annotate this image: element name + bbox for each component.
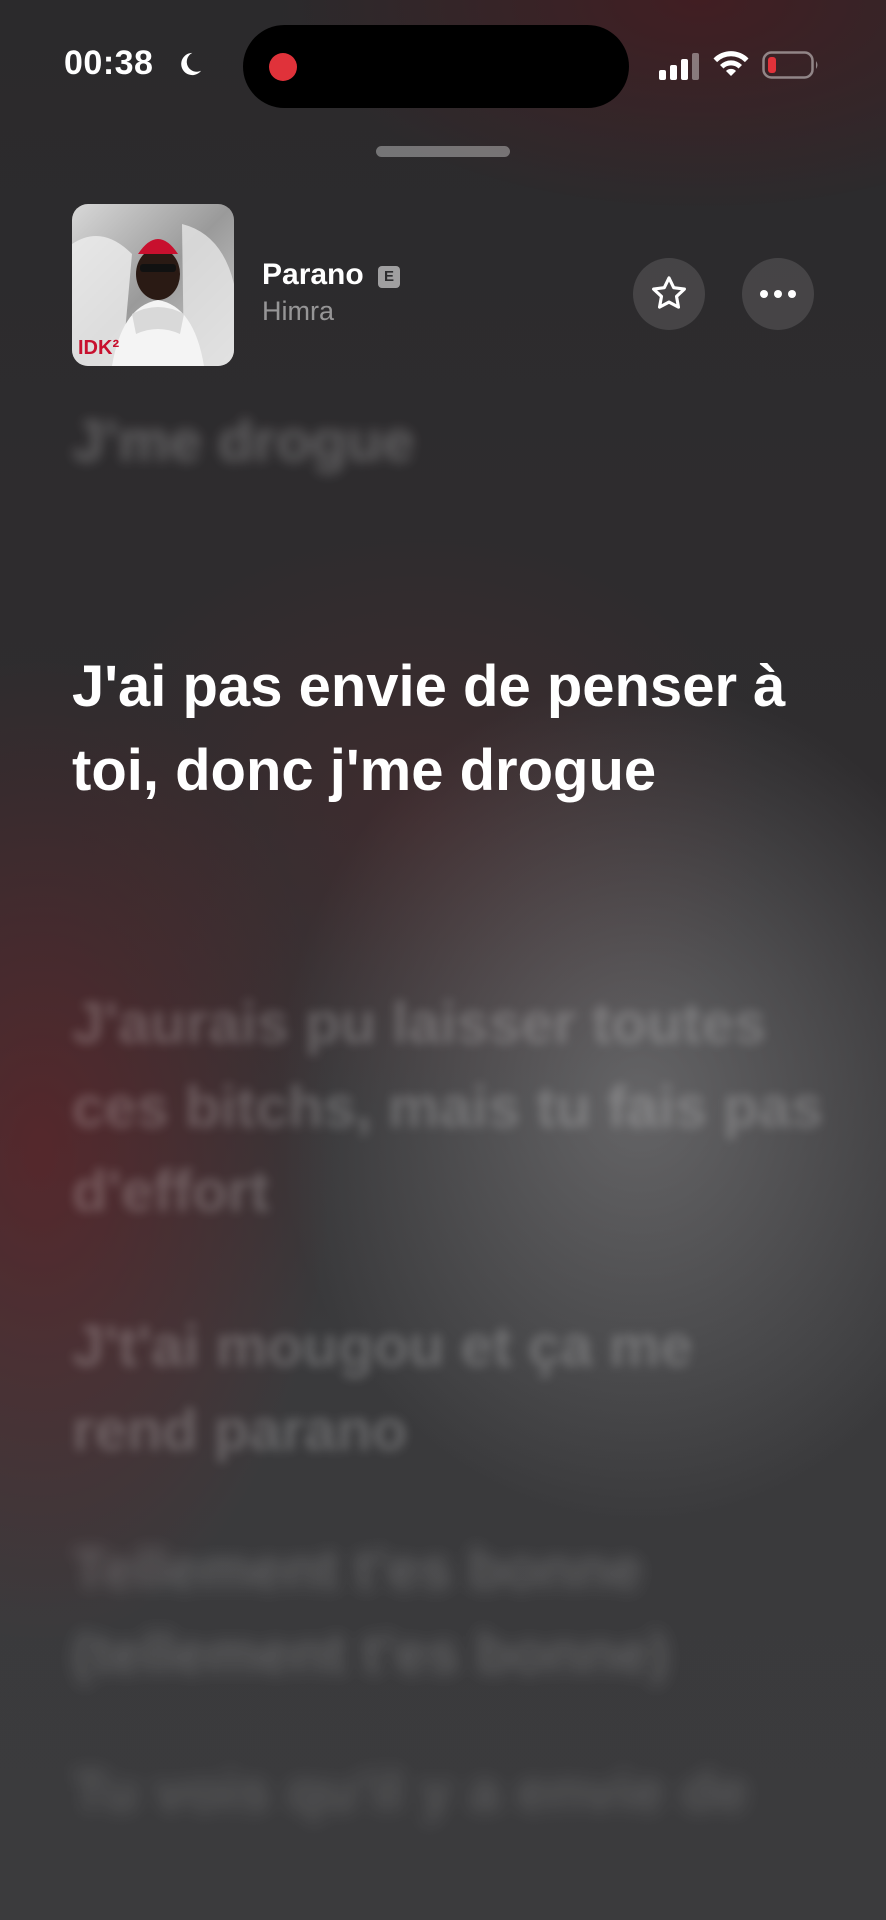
song-artist[interactable]: Himra [262, 296, 334, 327]
song-title[interactable]: Parano [262, 258, 364, 292]
album-artwork[interactable]: IDK² [72, 204, 234, 366]
explicit-badge: E [378, 266, 400, 288]
lyric-line-upcoming[interactable]: J't'ai mougou et ça me rend parano [72, 1305, 832, 1473]
moon-icon [181, 52, 202, 76]
sheet-grabber[interactable] [376, 146, 510, 157]
lyric-line-upcoming[interactable]: J'aurais pu laisser toutes ces bitchs, m… [72, 982, 832, 1234]
lyric-line-upcoming[interactable]: Tu vois qu'il y a envie de [72, 1750, 832, 1834]
lyric-line-upcoming[interactable]: Tellement t'es bonne (tellement t'es bon… [72, 1528, 832, 1696]
favorite-button[interactable] [633, 258, 705, 330]
lyric-line-previous[interactable]: J'me drogue [72, 400, 832, 484]
artwork-logo-text: IDK² [78, 337, 119, 359]
dynamic-island [243, 25, 629, 108]
recording-indicator [269, 53, 297, 81]
more-options-button[interactable] [742, 258, 814, 330]
lyric-line-current[interactable]: J'ai pas envie de penser à toi, donc j'm… [72, 645, 832, 813]
star-icon [652, 276, 686, 309]
status-time: 00:38 [64, 44, 154, 82]
ellipsis-icon [760, 290, 796, 298]
cellular-signal-icon [659, 53, 699, 80]
wifi-icon [713, 51, 749, 76]
battery-low-icon [762, 51, 818, 79]
